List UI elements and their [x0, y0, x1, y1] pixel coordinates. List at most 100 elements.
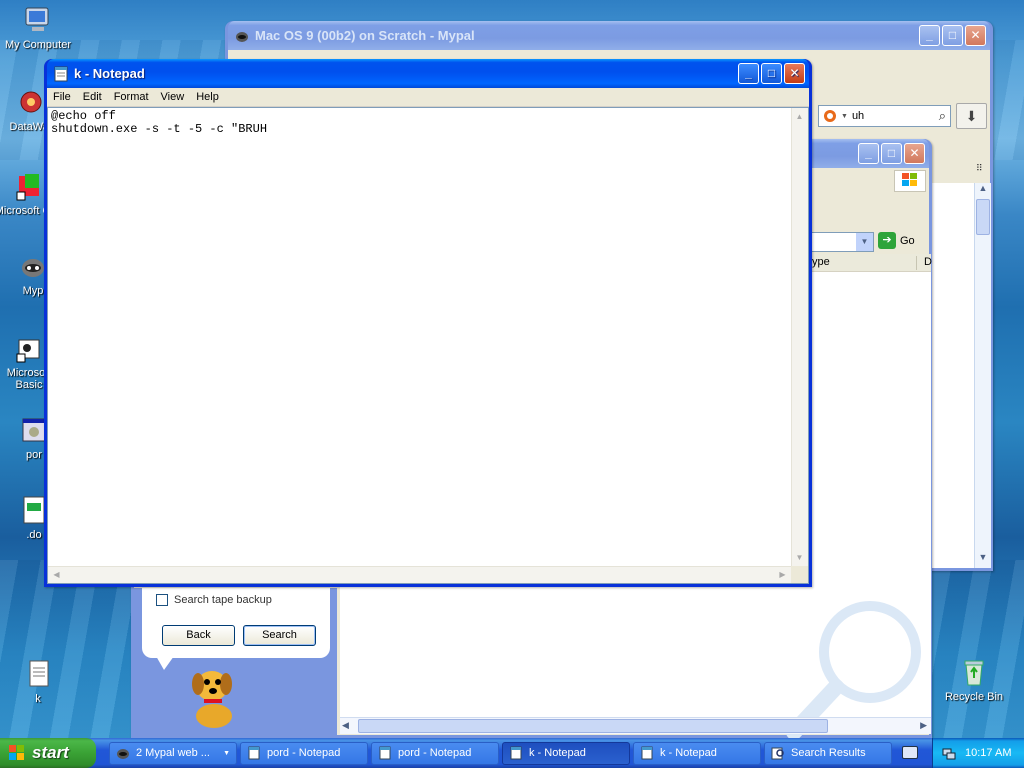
browser-vscroll[interactable]: ▲ ▼: [974, 183, 991, 568]
close-button[interactable]: ✕: [904, 143, 925, 164]
column-separator: [916, 256, 917, 270]
notepad-title: k - Notepad: [74, 66, 145, 81]
minimize-button[interactable]: _: [858, 143, 879, 164]
notepad-window[interactable]: k - Notepad _ □ ✕ File Edit Format View …: [44, 59, 812, 587]
notepad-icon: [379, 746, 391, 760]
scroll-left-arrow-icon[interactable]: ◀: [342, 720, 349, 731]
taskbar-item-label: pord - Notepad: [267, 747, 341, 759]
chevron-down-icon[interactable]: ▼: [856, 233, 873, 251]
browser-page: [931, 183, 974, 568]
grip-icon: ⠿: [976, 163, 983, 173]
keyboard-icon[interactable]: [902, 746, 918, 759]
resize-grip-icon[interactable]: [791, 566, 808, 583]
menu-help[interactable]: Help: [190, 91, 225, 103]
taskbar-item-label: Search Results: [791, 747, 866, 759]
desktop-icon-recycle-bin[interactable]: Recycle Bin: [937, 656, 1011, 703]
start-button[interactable]: start: [0, 738, 96, 768]
network-icon[interactable]: [941, 745, 957, 761]
maximize-button[interactable]: □: [942, 25, 963, 46]
desktop-icon-label: Recycle Bin: [944, 691, 1004, 703]
scroll-thumb[interactable]: [976, 199, 990, 235]
maximize-button[interactable]: □: [761, 63, 782, 84]
menu-format[interactable]: Format: [108, 91, 155, 103]
hscroll-thumb[interactable]: [358, 719, 828, 733]
scroll-up-arrow-icon[interactable]: ▲: [975, 183, 991, 199]
menu-file[interactable]: File: [47, 91, 77, 103]
desktop-icon-label: My Computer: [4, 39, 72, 51]
notepad-icon: [248, 746, 260, 760]
back-label: Back: [186, 629, 211, 641]
search-box[interactable]: ▼ uh ⌕: [818, 105, 951, 127]
taskbar-item-search-results[interactable]: Search Results: [764, 741, 892, 765]
application-icon: [20, 91, 42, 113]
clock[interactable]: 10:17 AM: [965, 747, 1011, 759]
minimize-button[interactable]: _: [919, 25, 940, 46]
scroll-down-arrow-icon[interactable]: ▼: [792, 550, 807, 565]
scroll-down-arrow-icon[interactable]: ▼: [975, 552, 991, 568]
address-dropdown[interactable]: ▼: [810, 232, 874, 252]
chevron-down-icon: ▼: [223, 749, 230, 757]
raccoon-icon: [236, 31, 248, 42]
taskbar-item-pord-notepad-2[interactable]: pord - Notepad: [371, 741, 499, 765]
scroll-right-arrow-icon[interactable]: ▶: [775, 567, 790, 582]
notepad-icon: [641, 746, 653, 760]
balloon-tail: [156, 656, 174, 670]
menu-edit[interactable]: Edit: [77, 91, 108, 103]
checkbox-box[interactable]: [156, 594, 168, 606]
taskbar-item-pord-notepad-1[interactable]: pord - Notepad: [240, 741, 368, 765]
notepad-icon: [510, 746, 522, 760]
results-hscroll[interactable]: ◀ ▶: [340, 717, 931, 734]
desktop-icon-my-computer[interactable]: My Computer: [1, 4, 75, 51]
scroll-up-arrow-icon[interactable]: ▲: [792, 109, 807, 124]
notepad-icon: [54, 66, 68, 81]
search-input[interactable]: uh: [852, 110, 939, 122]
search-label: Search: [262, 629, 297, 641]
system-tray: 10:17 AM: [932, 738, 1024, 768]
taskbar-item-label: k - Notepad: [529, 747, 586, 759]
scroll-left-arrow-icon[interactable]: ◀: [49, 567, 64, 582]
taskbar-item-mypal[interactable]: 2 Mypal web ... ▼: [109, 741, 237, 765]
minimize-button[interactable]: _: [738, 63, 759, 84]
browser-titlebar[interactable]: Mac OS 9 (00b2) on Scratch - Mypal _ □ ✕: [228, 21, 990, 50]
text-file-icon: [29, 660, 49, 687]
windows-flag-icon: [9, 745, 24, 760]
start-label: start: [32, 743, 69, 762]
raccoon-icon: [117, 749, 129, 759]
shortcut-icon: [16, 174, 39, 201]
maximize-button[interactable]: □: [881, 143, 902, 164]
go-label: Go: [900, 234, 915, 247]
go-button[interactable]: ➔ Go: [878, 232, 915, 249]
notepad-titlebar[interactable]: k - Notepad _ □ ✕: [47, 59, 809, 88]
notepad-editor[interactable]: @echo off shutdown.exe -s -t -5 -c "BRUH…: [47, 107, 809, 584]
computer-icon: [25, 7, 49, 31]
search-button[interactable]: Search: [243, 625, 316, 646]
desktop-icon-k[interactable]: k: [1, 658, 75, 705]
notepad-text[interactable]: @echo off shutdown.exe -s -t -5 -c "BRUH: [48, 108, 808, 138]
column-d[interactable]: D: [924, 256, 932, 268]
taskbar-item-label: 2 Mypal web ...: [136, 747, 210, 759]
notepad-client: File Edit Format View Help @echo off shu…: [47, 88, 809, 584]
editor-vscroll[interactable]: ▲ ▼: [791, 108, 808, 566]
results-header: ype D: [810, 254, 932, 272]
search-results-icon: [771, 747, 784, 760]
taskbar-item-label: k - Notepad: [660, 747, 717, 759]
column-type[interactable]: ype: [812, 256, 830, 268]
download-button[interactable]: ⬇: [956, 103, 987, 129]
search-options-balloon: Search tape backup Back Search: [142, 588, 330, 670]
editor-hscroll[interactable]: ◀ ▶: [48, 566, 791, 583]
taskbar-item-k-notepad-active[interactable]: k - Notepad: [502, 741, 630, 765]
menu-view[interactable]: View: [155, 91, 191, 103]
recycle-bin-icon: [964, 660, 984, 686]
back-button[interactable]: Back: [162, 625, 235, 646]
dropdown-arrow-icon: ▼: [841, 112, 848, 120]
search-tape-backup-checkbox[interactable]: Search tape backup: [156, 594, 272, 606]
close-button[interactable]: ✕: [965, 25, 986, 46]
windows-logo-icon: [894, 170, 926, 192]
shortcut-icon: [16, 339, 40, 363]
close-button[interactable]: ✕: [784, 63, 805, 84]
browser-title: Mac OS 9 (00b2) on Scratch - Mypal: [255, 28, 475, 43]
scroll-right-arrow-icon[interactable]: ▶: [920, 720, 927, 731]
go-arrow-icon: ➔: [878, 232, 896, 249]
search-icon[interactable]: ⌕: [939, 108, 946, 124]
taskbar-item-k-notepad[interactable]: k - Notepad: [633, 741, 761, 765]
